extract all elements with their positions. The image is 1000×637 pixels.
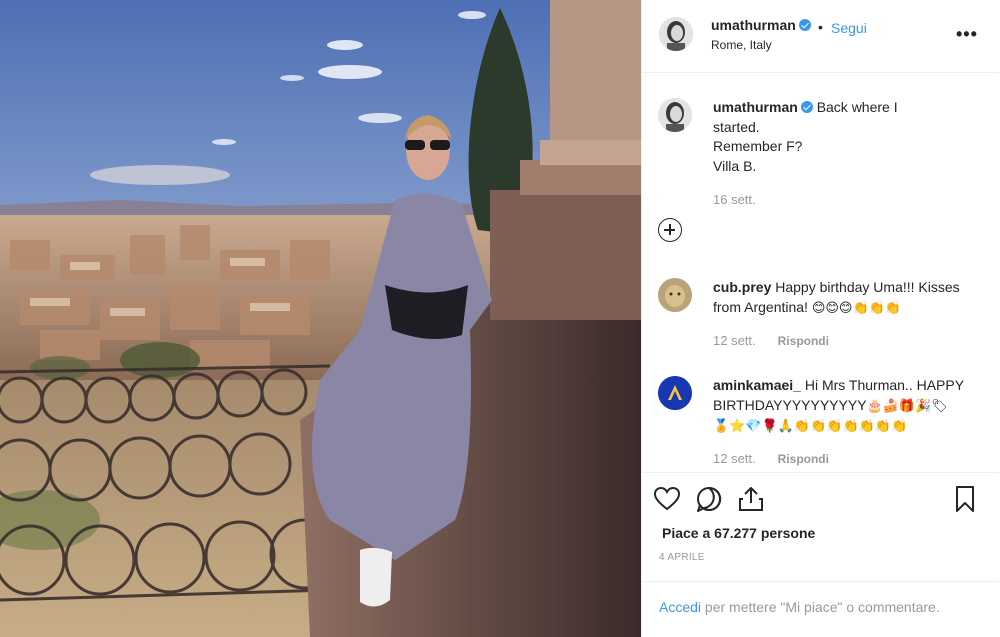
login-link[interactable]: Accedi xyxy=(659,599,701,615)
post-photo-illustration xyxy=(0,0,641,637)
username-text[interactable]: umathurman xyxy=(711,17,796,33)
separator-dot: • xyxy=(818,19,823,35)
caption-time[interactable]: 16 sett. xyxy=(713,192,756,207)
comment-icon[interactable] xyxy=(694,484,724,514)
post-actions: Piace a 67.277 persone 4 APRILE xyxy=(642,472,999,592)
comment-text: cub.prey Happy birthday Uma!!! Kisses fr… xyxy=(713,278,983,318)
comment: cub.prey Happy birthday Uma!!! Kisses fr… xyxy=(658,278,988,353)
reply-button[interactable]: Rispondi xyxy=(778,452,829,466)
login-prompt: Accedi per mettere "Mi piace" o commenta… xyxy=(642,581,999,637)
comments-list[interactable]: umathurman Back where I started. Remembe… xyxy=(642,74,999,470)
comment-emojis: 🎂🍰🎁🎉🏷 xyxy=(866,398,948,414)
likes-count[interactable]: Piace a 67.277 persone xyxy=(662,525,815,541)
login-prompt-text: Accedi per mettere "Mi piace" o commenta… xyxy=(659,599,940,615)
comment-username[interactable]: cub.prey xyxy=(713,279,771,295)
avatar[interactable] xyxy=(658,376,692,410)
caption-username[interactable]: umathurman xyxy=(713,99,798,115)
comment-emojis: 😊😊😊👏👏👏 xyxy=(811,300,902,316)
share-icon[interactable] xyxy=(736,484,766,514)
post-username[interactable]: umathurman xyxy=(711,17,811,33)
add-comment-icon[interactable] xyxy=(658,218,682,242)
post-date[interactable]: 4 APRILE xyxy=(659,552,705,563)
comment-meta: 12 sett. Rispondi xyxy=(713,333,829,348)
caption-line: started. xyxy=(713,118,760,135)
avatar[interactable] xyxy=(659,17,693,51)
caption-line: Remember F? xyxy=(713,138,803,154)
caption: umathurman Back where I started. Remembe… xyxy=(658,98,988,218)
post-sidebar: umathurman • Segui Rome, Italy ••• umath… xyxy=(641,0,1000,637)
post-photo[interactable] xyxy=(0,0,641,637)
avatar[interactable] xyxy=(658,278,692,312)
follow-button[interactable]: Segui xyxy=(831,20,867,36)
more-options-icon[interactable]: ••• xyxy=(956,24,978,45)
comment-body: BIRTHDAYYYYYYYYYY xyxy=(713,396,867,413)
comment-emojis: 🏅⭐💎🌹🙏👏👏👏👏👏👏👏 xyxy=(713,419,908,434)
comment-time[interactable]: 12 sett. xyxy=(713,333,756,348)
verified-badge-icon xyxy=(800,101,813,113)
comment-username[interactable]: aminkamaei_ xyxy=(713,377,801,393)
location-link[interactable]: Rome, Italy xyxy=(711,38,772,52)
post-header: umathurman • Segui Rome, Italy ••• xyxy=(642,0,999,73)
verified-badge-icon xyxy=(798,19,811,31)
caption-line: Back where I xyxy=(816,99,898,115)
comment: aminkamaei_ Hi Mrs Thurman.. HAPPY BIRTH… xyxy=(658,376,988,470)
avatar-image xyxy=(659,17,693,51)
avatar-image xyxy=(658,278,692,312)
comment-body: Happy birthday Uma!!! Kisses xyxy=(775,279,960,295)
comment-time[interactable]: 12 sett. xyxy=(713,451,756,466)
comment-meta: 12 sett. Rispondi xyxy=(713,451,829,466)
comment-body: Hi Mrs Thurman.. HAPPY xyxy=(804,377,964,393)
caption-text: umathurman Back where I started. Remembe… xyxy=(713,98,983,176)
avatar-image xyxy=(658,376,692,410)
login-prompt-rest: per mettere "Mi piace" o commentare. xyxy=(704,599,940,615)
bookmark-icon[interactable] xyxy=(950,484,980,514)
avatar-image xyxy=(658,98,692,132)
caption-line: Villa B. xyxy=(713,157,757,174)
avatar[interactable] xyxy=(658,98,692,132)
heart-icon[interactable] xyxy=(652,484,682,514)
comment-text: aminkamaei_ Hi Mrs Thurman.. HAPPY BIRTH… xyxy=(713,376,983,437)
reply-button[interactable]: Rispondi xyxy=(778,334,829,348)
comment-body: from Argentina! xyxy=(713,298,808,315)
